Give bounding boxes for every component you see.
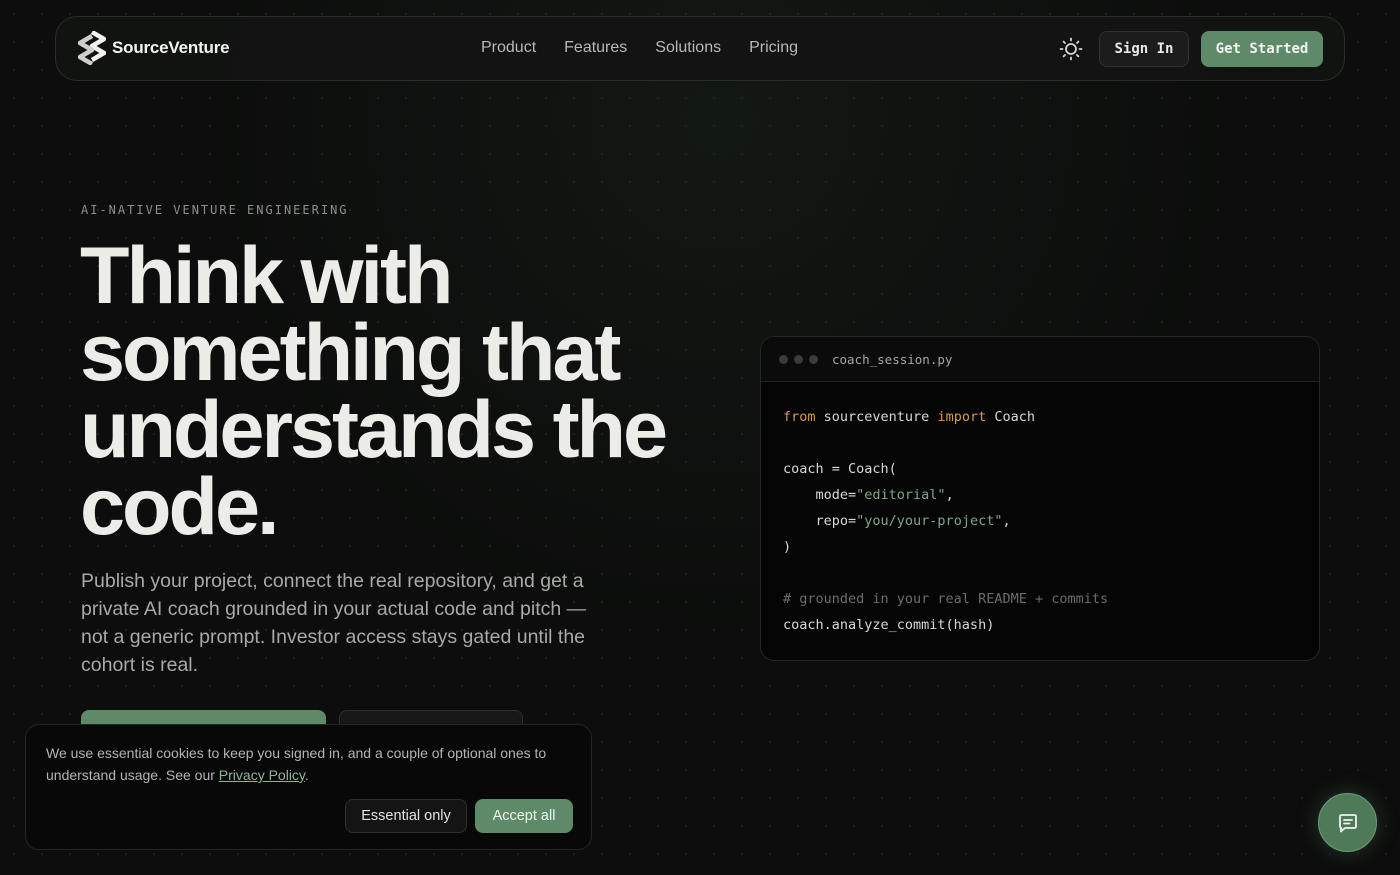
sun-icon[interactable] xyxy=(1059,37,1083,61)
accept-all-button[interactable]: Accept all xyxy=(475,799,573,833)
nav-links: Product Features Solutions Pricing xyxy=(481,39,798,57)
code-line: coach = Coach( xyxy=(783,461,897,477)
code-keyword: from xyxy=(783,409,816,425)
cookie-text: We use essential cookies to keep you sig… xyxy=(46,742,576,786)
privacy-policy-link[interactable]: Privacy Policy xyxy=(219,767,305,783)
window-dot-icon xyxy=(809,354,818,364)
cookie-period: . xyxy=(304,767,309,783)
code-line: coach.analyze_commit(hash) xyxy=(783,617,995,633)
code-class: Coach xyxy=(986,409,1035,425)
nav-link-solutions[interactable]: Solutions xyxy=(655,39,721,57)
top-navbar: SourceVenture Product Features Solutions… xyxy=(55,16,1345,81)
get-started-button[interactable]: Get Started xyxy=(1201,31,1323,67)
essential-only-button[interactable]: Essential only xyxy=(345,799,467,833)
hero-headline: Think with something that understands th… xyxy=(80,231,668,552)
code-module: sourceventure xyxy=(815,409,938,425)
code-string: "editorial" xyxy=(856,487,946,503)
nav-link-features[interactable]: Features xyxy=(564,39,627,57)
chat-bubble-icon xyxy=(1338,813,1357,832)
nav-link-pricing[interactable]: Pricing xyxy=(749,39,798,57)
code-punct: , xyxy=(945,487,954,503)
brand-logo-icon xyxy=(78,31,106,65)
code-body: from sourceventure import Coach coach = … xyxy=(761,382,1319,660)
brand[interactable]: SourceVenture xyxy=(78,31,230,65)
nav-link-product[interactable]: Product xyxy=(481,39,536,57)
code-window-titlebar: coach_session.py xyxy=(761,337,1319,382)
code-keyword: import xyxy=(937,409,987,425)
window-dot-icon xyxy=(794,354,803,364)
brand-name: SourceVenture xyxy=(112,38,230,57)
code-punct: , xyxy=(1002,513,1011,529)
hero-eyebrow: AI-NATIVE VENTURE ENGINEERING xyxy=(81,203,349,217)
code-arg: repo= xyxy=(783,513,857,529)
sign-in-button[interactable]: Sign In xyxy=(1099,31,1189,67)
code-filename: coach_session.py xyxy=(832,351,953,367)
code-line: ) xyxy=(783,539,792,555)
code-window: coach_session.py from sourceventure impo… xyxy=(760,336,1320,661)
hero-subcopy: Publish your project, connect the real r… xyxy=(81,570,587,676)
cookie-banner: We use essential cookies to keep you sig… xyxy=(25,724,592,850)
code-string: "you/your-project" xyxy=(856,513,1003,529)
code-line: mode="editorial", xyxy=(783,484,1297,510)
code-comment: # grounded in your real README + commits xyxy=(783,591,1109,607)
code-arg: mode= xyxy=(783,487,857,503)
chat-launcher-button[interactable] xyxy=(1318,793,1377,852)
code-line: from sourceventure import Coach xyxy=(783,406,1297,432)
code-line: repo="you/your-project", xyxy=(783,510,1297,536)
window-dot-icon xyxy=(779,354,788,364)
